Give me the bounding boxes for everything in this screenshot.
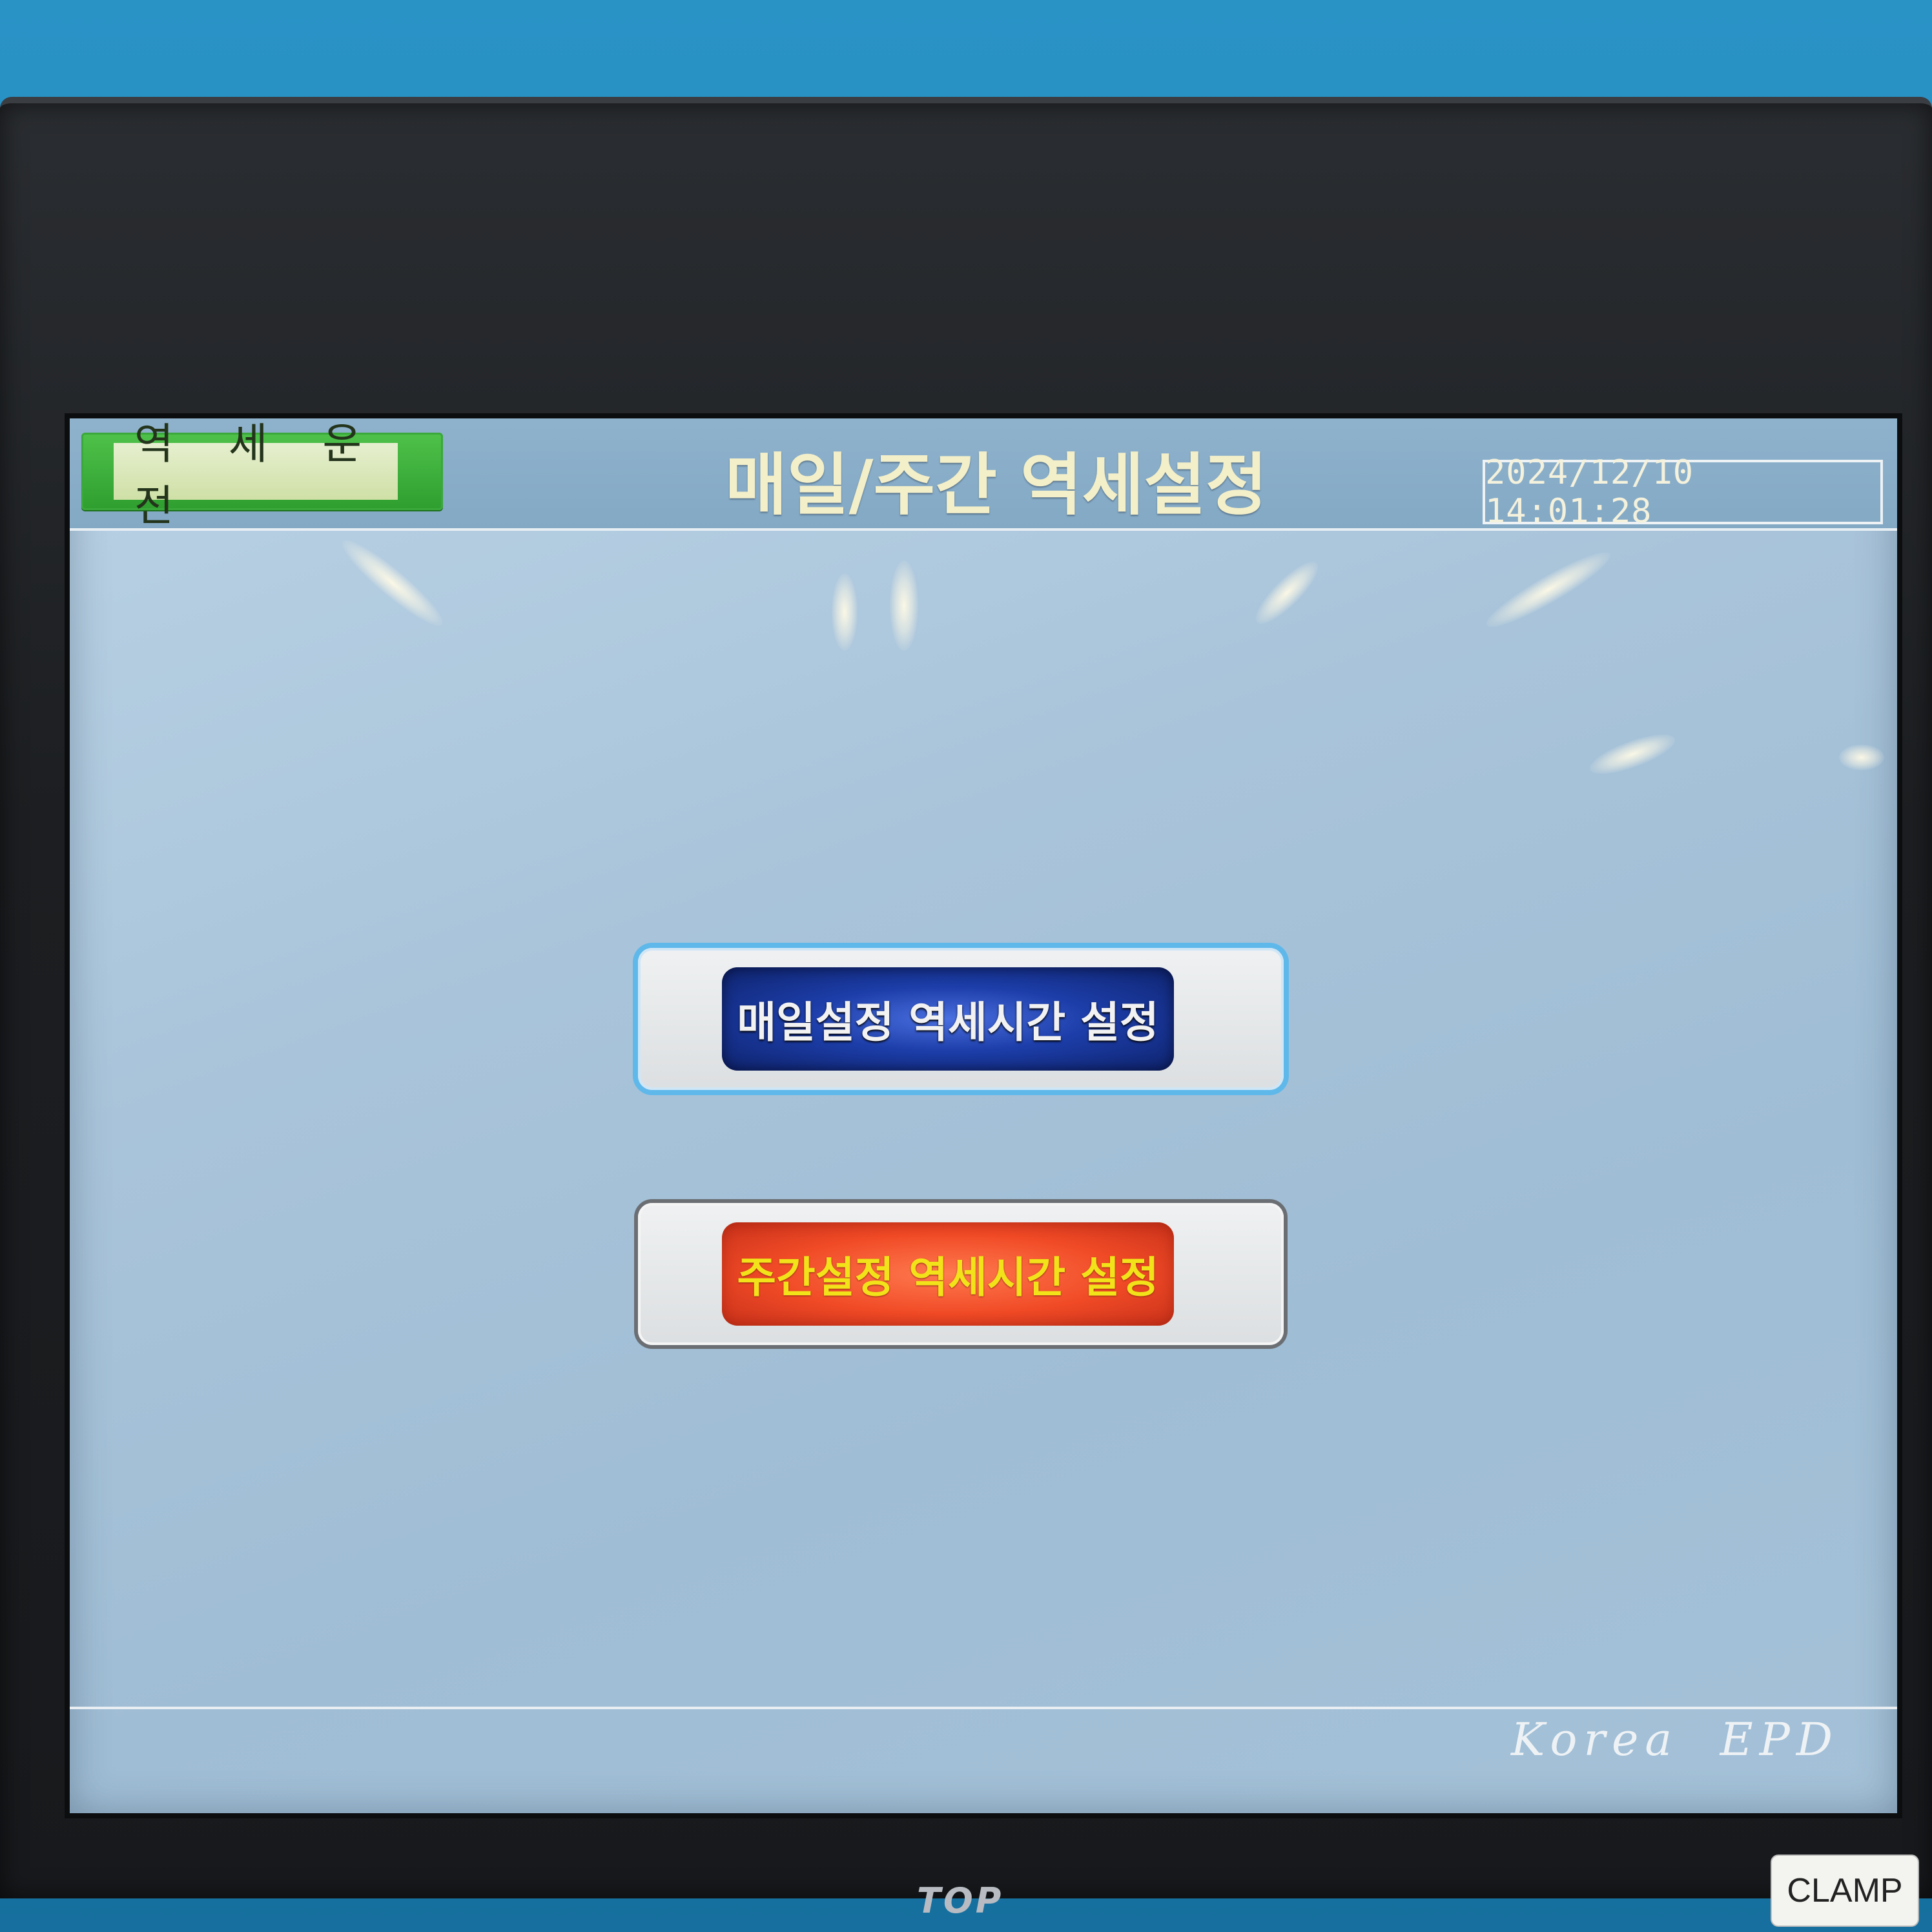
weekly-button-face: 주간설정 역세시간 설정 [722,1222,1174,1326]
glare-reflection [890,560,918,651]
device-logo: TOP [917,1880,1004,1921]
hmi-screen: 역 세 운 전 매일/주간 역세설정 2024/12/10 14:01:28 매… [65,413,1902,1818]
datetime-display: 2024/12/10 14:01:28 [1483,453,1883,531]
weekly-backwash-time-button[interactable]: 주간설정 역세시간 설정 [638,1203,1284,1345]
hmi-photo: 역 세 운 전 매일/주간 역세설정 2024/12/10 14:01:28 매… [0,0,1932,1932]
clamp-sticker: CLAMP [1771,1855,1919,1927]
weekly-button-label: 주간설정 역세시간 설정 [737,1253,1159,1302]
header-bar: 역 세 운 전 매일/주간 역세설정 2024/12/10 14:01:28 [70,418,1897,531]
datetime-text: 2024/12/10 14:01:28 [1485,453,1694,531]
footer-divider [70,1707,1897,1709]
daily-backwash-time-button[interactable]: 매일설정 역세시간 설정 [638,948,1284,1090]
glare-reflection [1248,553,1326,632]
device-bezel: 역 세 운 전 매일/주간 역세설정 2024/12/10 14:01:28 매… [0,97,1932,1927]
glare-reflection [1480,542,1617,637]
glare-reflection [334,531,451,635]
glare-reflection [832,573,858,651]
glare-reflection [1585,726,1680,782]
brand-text: Korea EPD [1510,1713,1839,1766]
glare-reflection [1839,745,1884,770]
daily-button-label: 매일설정 역세시간 설정 [737,998,1159,1047]
daily-button-face: 매일설정 역세시간 설정 [722,967,1174,1071]
